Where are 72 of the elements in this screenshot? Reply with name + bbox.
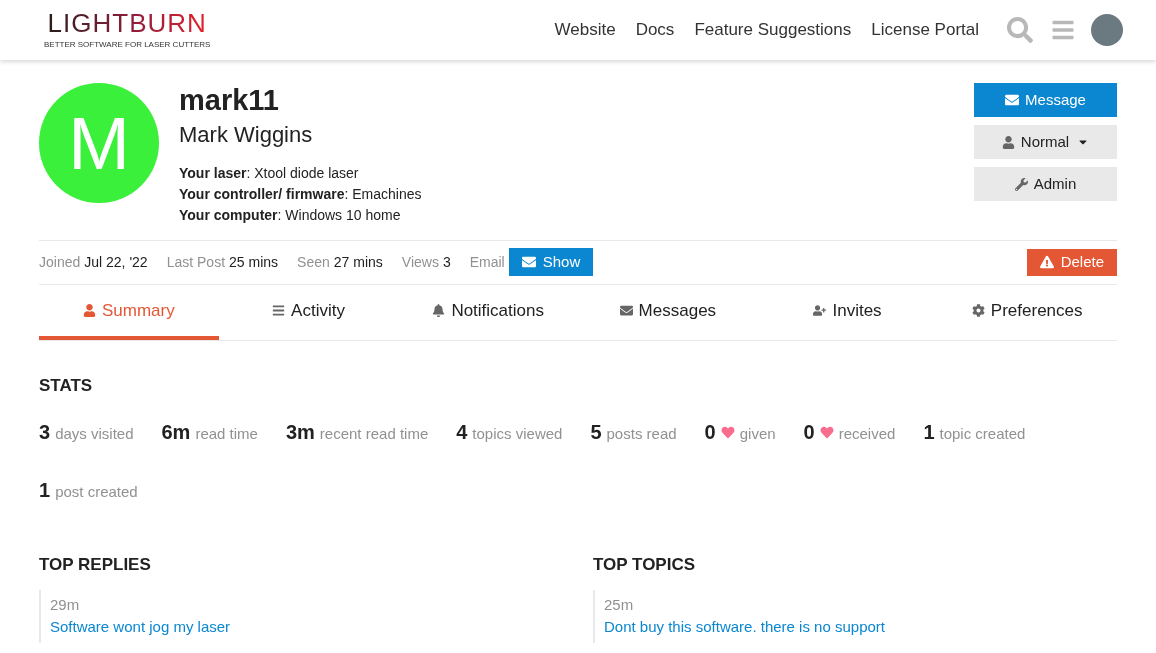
action-button[interactable]: Message xyxy=(974,83,1117,117)
logo-tagline: BETTER SOFTWARE FOR LASER CUTTERS xyxy=(44,38,211,51)
profile-field: Your controller/ firmware: Emachines xyxy=(179,183,422,205)
stat-label: posts read xyxy=(606,423,677,444)
stat-label: topics viewed xyxy=(472,423,563,444)
meta-label: Seen xyxy=(297,252,330,272)
stat-value: 0 xyxy=(704,420,716,445)
topic-link[interactable]: Software wont jog my laser xyxy=(50,616,231,639)
envelope-icon xyxy=(521,255,536,270)
stat-value: 1 xyxy=(39,478,51,503)
stat-value: 5 xyxy=(590,420,602,445)
stat-value: 6m xyxy=(161,420,191,445)
bell-icon xyxy=(432,303,446,317)
username: mark11 xyxy=(179,85,280,117)
full-name: Mark Wiggins xyxy=(179,120,314,149)
nav-link[interactable]: Feature Suggestions xyxy=(684,17,862,43)
stat-label: given xyxy=(739,423,776,444)
action-button[interactable]: Normal xyxy=(974,125,1117,159)
nav-link[interactable]: Website xyxy=(544,17,626,43)
list-icon xyxy=(272,303,286,317)
post-time: 25m xyxy=(604,594,634,615)
user-icon xyxy=(82,303,96,317)
stat-value: 1 xyxy=(923,420,935,445)
profile-field: Your laser: Xtool diode laser xyxy=(179,162,359,184)
meta-value: 27 mins xyxy=(333,252,383,272)
meta-label: Last Post xyxy=(166,252,226,272)
stat-label: post created xyxy=(55,481,138,502)
nav-link[interactable]: License Portal xyxy=(861,17,989,43)
envelope-icon xyxy=(1005,93,1020,107)
topic-link[interactable]: Dont buy this software. there is no support xyxy=(604,616,885,639)
stat-value: 0 xyxy=(803,420,815,445)
delete-button[interactable]: Delete xyxy=(1026,248,1117,276)
menu-icon[interactable] xyxy=(1051,18,1075,42)
post-time: 29m xyxy=(50,594,80,615)
envelope-icon xyxy=(619,303,633,317)
section-title: STATS xyxy=(39,374,93,397)
stat-value: 4 xyxy=(456,420,468,445)
user-plus-icon xyxy=(813,303,827,317)
search-icon[interactable] xyxy=(1007,17,1033,43)
stat-label: read time xyxy=(195,423,258,444)
wrench-icon xyxy=(1014,177,1028,191)
meta-value: 3 xyxy=(442,252,451,272)
stat-value: 3 xyxy=(39,420,51,445)
meta-label: Email xyxy=(469,252,505,272)
nav-link[interactable]: Docs xyxy=(625,17,685,43)
heart-icon xyxy=(819,425,834,439)
tab[interactable]: Preferences xyxy=(937,284,1118,340)
tab[interactable]: Notifications xyxy=(398,284,578,340)
action-button[interactable]: Admin xyxy=(974,167,1117,201)
meta-value: Jul 22, '22 xyxy=(84,252,148,272)
meta-value: 25 mins xyxy=(229,252,279,272)
stat-label: received xyxy=(838,423,896,444)
meta-label: Joined xyxy=(39,252,81,272)
tab[interactable]: Messages xyxy=(578,284,758,340)
section-title: TOP REPLIES xyxy=(39,554,152,577)
tab[interactable]: Activity xyxy=(218,284,399,340)
tab[interactable]: Invites xyxy=(757,284,938,340)
stat-label: recent read time xyxy=(319,423,429,444)
show-email-button[interactable]: Show xyxy=(508,248,594,277)
heart-icon xyxy=(720,425,735,439)
section-title: TOP TOPICS xyxy=(593,554,697,577)
profile-field: Your computer: Windows 10 home xyxy=(179,204,401,226)
tab[interactable]: Summary xyxy=(39,284,219,340)
stat-label: days visited xyxy=(55,423,134,444)
user-avatar[interactable] xyxy=(1091,14,1123,46)
stat-label: topic created xyxy=(939,423,1026,444)
avatar: M xyxy=(39,83,159,203)
stat-value: 3m xyxy=(285,420,315,445)
user-icon xyxy=(1001,135,1015,149)
meta-label: Views xyxy=(401,252,439,272)
settings-icon xyxy=(971,303,985,317)
warning-icon xyxy=(1039,255,1054,270)
